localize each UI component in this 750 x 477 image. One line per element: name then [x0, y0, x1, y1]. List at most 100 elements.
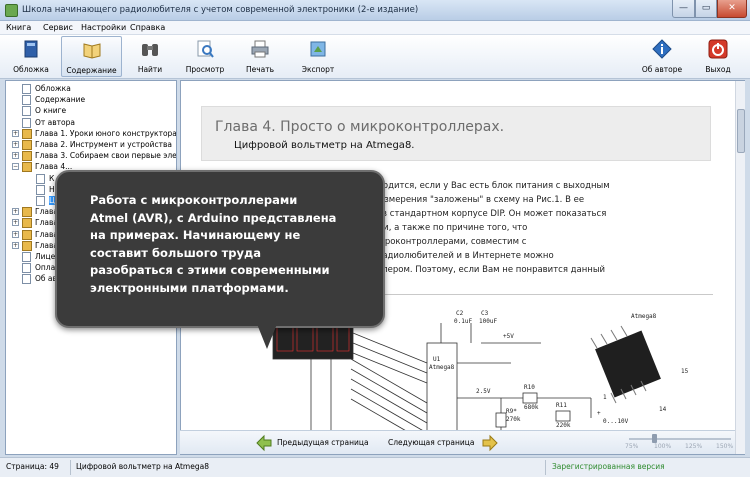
menu-help[interactable]: Справка [130, 23, 165, 32]
power-icon [708, 39, 728, 59]
hint-line: разобраться с этими современными [90, 263, 330, 277]
about-author-label: Об авторе [641, 65, 683, 74]
about-author-button[interactable]: Об авторе [638, 36, 686, 77]
collapse-icon[interactable]: − [12, 163, 19, 171]
page-icon [36, 173, 45, 184]
book-cover-icon [24, 40, 38, 58]
expand-icon[interactable]: + [12, 230, 19, 238]
zoom-track [629, 438, 731, 440]
close-button[interactable]: ✕ [717, 0, 747, 18]
previous-page-button[interactable]: Предыдущая страница [255, 434, 370, 452]
hint-balloon-tail [257, 324, 277, 349]
schematic-label: 0...10V [603, 418, 629, 425]
page-icon [22, 252, 31, 262]
menu-settings[interactable]: Настройки [81, 23, 126, 32]
export-icon [310, 41, 326, 57]
menu-bar: Книга Сервис Настройки Справка [0, 21, 750, 35]
zoom-slider[interactable]: 75% 100% 125% 150% [625, 432, 735, 454]
info-icon [652, 39, 672, 59]
current-topic: Цифровой вольтметр на Atmega8 [76, 462, 209, 471]
open-book-icon [83, 43, 100, 59]
page-icon [22, 106, 31, 117]
chapter-title: Глава 4. Просто о микроконтроллерах. [215, 119, 505, 135]
book-icon [22, 162, 32, 173]
cover-button[interactable]: Обложка [8, 36, 54, 77]
zoom-150: 150% [716, 443, 734, 450]
schematic-label: 2.5V [476, 388, 491, 395]
zoom-thumb[interactable] [652, 434, 657, 443]
tree-item-label: Глава 3. Собираем свои первые элек [35, 151, 177, 161]
schematic-label: 100uF [479, 318, 497, 325]
expand-icon[interactable]: + [12, 152, 19, 160]
expand-icon[interactable]: + [12, 219, 19, 227]
arrow-left-icon [256, 434, 272, 452]
maximize-icon: ▭ [701, 3, 711, 13]
tree-item-label: Обложка [35, 84, 71, 93]
schematic-label: 15 [681, 368, 689, 375]
close-icon: ✕ [728, 3, 736, 13]
chapter-header: Глава 4. Просто о микроконтроллерах. Циф… [201, 106, 711, 161]
hint-line: на примерах. Начинающему не [90, 228, 301, 242]
book-icon [22, 207, 32, 218]
expand-icon[interactable]: + [12, 141, 19, 148]
schematic-label: 680k [524, 404, 539, 411]
schematic-label: C3 [481, 310, 489, 317]
status-separator [545, 460, 546, 475]
cover-label: Обложка [13, 65, 49, 74]
status-separator [70, 460, 71, 475]
next-page-label: Следующая страница [388, 438, 475, 447]
tree-item-label: От автора [35, 117, 75, 127]
tree-item[interactable]: + Глава 1. Уроки юного конструктора [6, 128, 176, 140]
exit-button[interactable]: Выход [700, 36, 736, 77]
print-button[interactable]: Печать [240, 36, 280, 77]
tree-item-label: О книге [35, 106, 67, 116]
tree-item[interactable]: Обложка [6, 83, 176, 95]
exit-label: Выход [705, 65, 731, 74]
hint-line: Работа с микроконтроллерами [90, 193, 298, 207]
schematic-label: 0.1uF [454, 318, 472, 325]
minimize-button[interactable]: — [672, 0, 695, 18]
registration-status: Зарегистрированная версия [552, 462, 665, 471]
expand-icon[interactable]: + [12, 129, 19, 137]
tree-item[interactable]: + Глава 3. Собираем свои первые элек [6, 150, 177, 162]
contents-button[interactable]: Содержание [61, 36, 122, 77]
tree-item[interactable]: + Глава 2. Инструмент и устройства [6, 139, 176, 151]
vertical-scrollbar[interactable] [735, 81, 745, 454]
schematic-label: R9* [506, 408, 517, 415]
preview-icon [197, 40, 214, 58]
schematic-label: R11 [556, 402, 567, 409]
book-icon [22, 151, 32, 162]
zoom-100: 100% [654, 443, 672, 450]
expand-icon[interactable]: + [12, 241, 19, 249]
find-label: Найти [137, 65, 163, 74]
maximize-button[interactable]: ▭ [695, 0, 717, 18]
schematic-label: 270k [506, 416, 521, 423]
tree-item[interactable]: От автора [6, 117, 176, 129]
page-icon [22, 274, 31, 285]
book-icon [22, 128, 32, 139]
view-button[interactable]: Просмотр [182, 36, 228, 77]
app-icon [5, 4, 18, 17]
menu-book[interactable]: Книга [6, 23, 31, 32]
status-bar: Страница: 49 Цифровой вольтметр на Atmeg… [0, 457, 750, 477]
tree-item-label: Содержание [35, 95, 86, 105]
book-icon [22, 240, 32, 251]
scroll-thumb[interactable] [737, 109, 745, 153]
page-navigation-bar: Предыдущая страница Следующая страница 7… [180, 430, 735, 454]
export-button[interactable]: Экспорт [296, 36, 340, 77]
page-icon [36, 184, 45, 195]
tree-item-label: Глава 2. Инструмент и устройства [35, 140, 172, 149]
find-button[interactable]: Найти [130, 36, 170, 77]
tree-item[interactable]: О книге [6, 105, 176, 117]
page-icon [22, 84, 31, 94]
expand-icon[interactable]: + [12, 208, 19, 216]
schematic-label: Atmega8 [631, 313, 657, 320]
page-icon [36, 196, 45, 206]
next-page-button[interactable]: Следующая страница [388, 434, 503, 452]
tree-item[interactable]: Содержание [6, 94, 176, 106]
schematic-label: R10 [524, 384, 535, 391]
zoom-125: 125% [685, 443, 703, 450]
menu-service[interactable]: Сервис [43, 23, 73, 32]
previous-page-label: Предыдущая страница [277, 438, 369, 447]
section-title: Цифровой вольтметр на Atmega8. [234, 140, 415, 151]
